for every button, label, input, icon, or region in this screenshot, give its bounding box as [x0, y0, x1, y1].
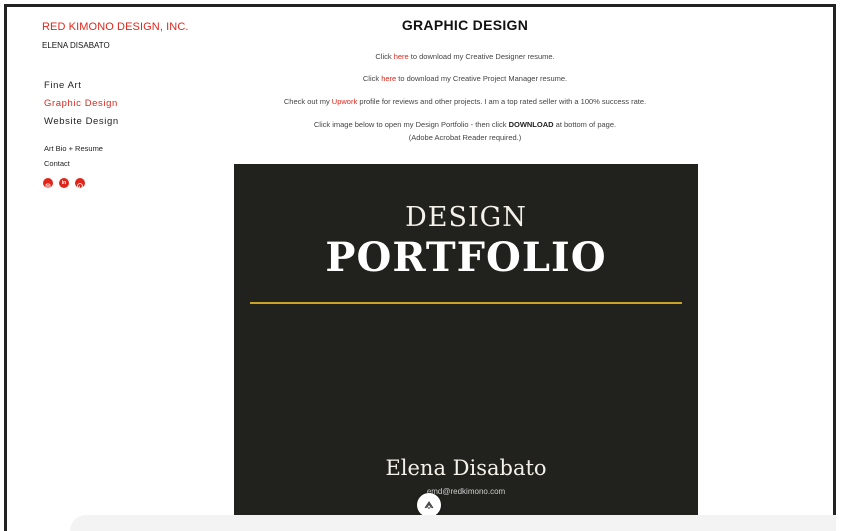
nav-item-graphic-design[interactable]: Graphic Design: [44, 95, 119, 113]
cover-email: emd@redkimono.com: [426, 487, 506, 496]
pinterest-icon[interactable]: [75, 178, 85, 190]
instagram-icon[interactable]: [43, 178, 53, 189]
portfolio-cover[interactable]: DESIGN PORTFOLIO Elena Disabato emd@redk…: [234, 164, 698, 524]
nav-item-art-bio-resume[interactable]: Art Bio + Resume: [44, 141, 103, 156]
manager-resume-link[interactable]: here: [381, 74, 396, 83]
cover-divider: [250, 302, 682, 304]
page-footer-edge: [70, 515, 836, 531]
linkedin-icon[interactable]: in: [59, 178, 69, 188]
viewer-logo-icon: [424, 501, 434, 509]
cover-name: Elena Disabato: [385, 456, 547, 480]
viewer-toggle-button[interactable]: [417, 493, 441, 517]
resume-manager-line: Click here to download my Creative Proje…: [362, 74, 568, 83]
secondary-nav: Art Bio + Resume Contact: [44, 141, 103, 171]
nav-item-contact[interactable]: Contact: [44, 156, 103, 171]
designer-resume-link[interactable]: here: [394, 52, 409, 61]
upwork-link[interactable]: Upwork: [332, 97, 357, 106]
social-links: in: [43, 178, 85, 190]
main-nav: Fine Art Graphic Design Website Design: [44, 77, 119, 131]
upwork-line: Check out my Upwork profile for reviews …: [283, 97, 647, 106]
cover-title-portfolio: PORTFOLIO: [325, 234, 607, 281]
cover-title-design: DESIGN: [405, 202, 527, 233]
portfolio-instructions: Click image below to open my Design Port…: [313, 120, 617, 129]
acrobat-note: (Adobe Acrobat Reader required.): [408, 133, 522, 142]
page-title: GRAPHIC DESIGN: [401, 17, 529, 33]
resume-designer-line: Click here to download my Creative Desig…: [375, 52, 555, 61]
site-owner: ELENA DISABATO: [42, 41, 110, 50]
nav-item-website-design[interactable]: Website Design: [44, 113, 119, 131]
site-brand[interactable]: RED KIMONO DESIGN, INC.: [42, 21, 189, 33]
nav-item-fine-art[interactable]: Fine Art: [44, 77, 119, 95]
